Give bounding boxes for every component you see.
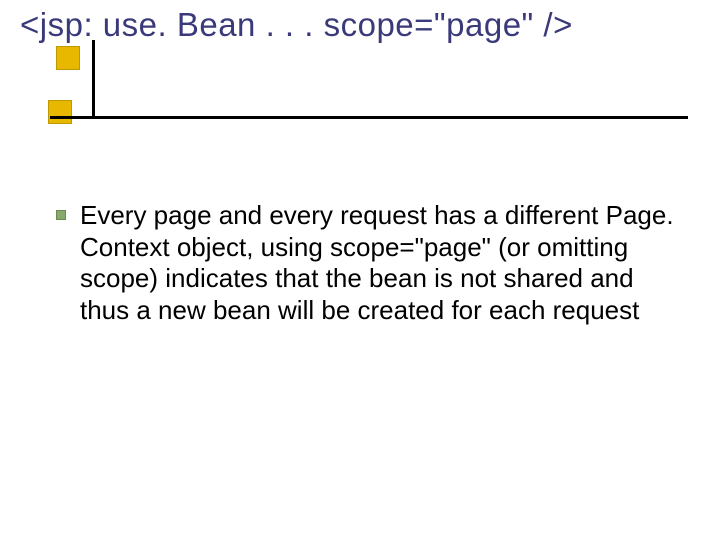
body-area: Every page and every request has a diffe…: [18, 200, 702, 327]
list-item: Every page and every request has a diffe…: [56, 200, 682, 327]
accent-square-icon: [56, 46, 80, 70]
bullet-text: Every page and every request has a diffe…: [80, 200, 682, 327]
bullet-icon: [56, 210, 66, 220]
slide-container: <jsp: use. Bean . . . scope="page" /> Ev…: [0, 0, 720, 540]
slide-title: <jsp: use. Bean . . . scope="page" />: [18, 6, 702, 44]
accent-square-icon: [48, 100, 72, 124]
title-area: <jsp: use. Bean . . . scope="page" />: [18, 6, 702, 120]
horizontal-divider: [50, 116, 688, 119]
title-decoration: [18, 50, 702, 120]
vertical-divider: [92, 40, 95, 116]
